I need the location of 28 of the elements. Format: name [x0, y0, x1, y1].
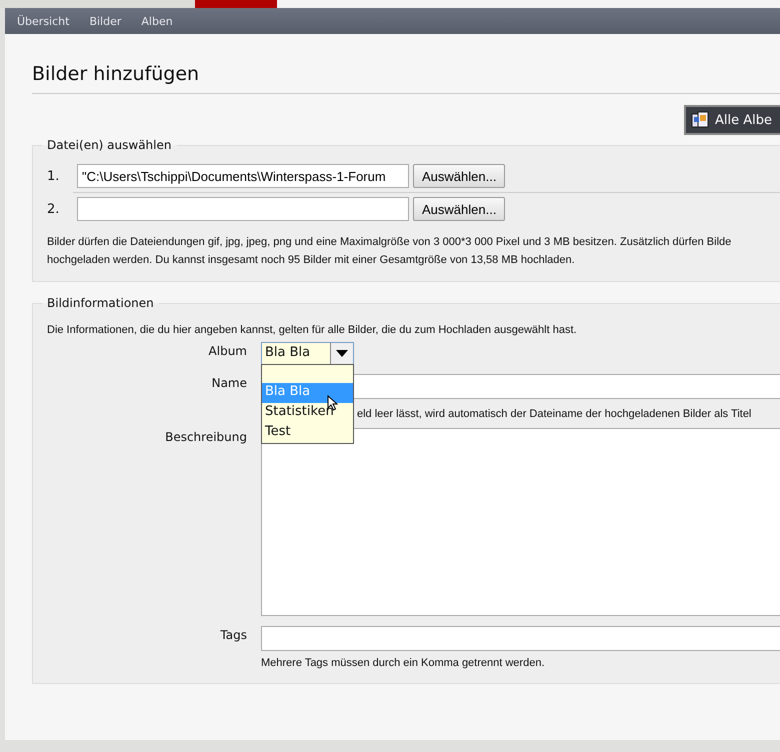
upload-info-text: hochgeladen werden. Du kannst insgesamt noch 95 Bilder mit einer Gesamtgröße von 13,58 MB hochladen. [47, 253, 576, 268]
page-title: Bilder hinzufügen [32, 34, 780, 94]
section-description: Die Informationen, die du hier angeben kannst, gelten für alle Bilder, die du zum Hochladen ausgewählt hast. [47, 324, 578, 336]
photo-stack-icon [690, 110, 711, 130]
nav-link[interactable]: Alben [141, 14, 173, 28]
row-number: 2. [47, 202, 60, 216]
browse-button[interactable]: Auswählen... [413, 197, 506, 221]
nav-link[interactable]: Übersicht [17, 14, 70, 28]
dropdown-option[interactable]: Test [262, 423, 353, 443]
nav-link[interactable]: Bilder [89, 14, 122, 28]
browse-button[interactable]: Auswählen... [413, 164, 506, 188]
file-path-field[interactable]: "C:\Users\Tschippi\Documents\Winterspass-1-Forum [77, 164, 409, 188]
album-dropdown[interactable]: Bla Bla [261, 342, 354, 365]
file-path-field[interactable] [77, 197, 409, 221]
field-label: Name [210, 375, 248, 390]
field-label: Tags [219, 627, 248, 642]
all-albums-button[interactable]: Alle Albe [684, 105, 780, 135]
row-number: 1. [47, 168, 60, 184]
field-label: Beschreibung [164, 429, 248, 444]
dropdown-option[interactable]: Statistiken [262, 403, 353, 423]
section-legend: Bildinformationen [42, 296, 159, 310]
upload-info-text: Bilder dürfen die Dateiendungen gif, jpg, jpeg, png und eine Maximalgröße von 3 000*3 000 Pixel und 3 MB besitzen. Zusätzlich dürfen Bilde [47, 235, 732, 250]
caret-icon [336, 350, 348, 357]
field-hint: Mehrere Tags müssen durch ein Komma getrennt werden. [261, 657, 544, 669]
section-legend: Datei(en) auswählen [42, 138, 176, 152]
tags-field[interactable] [261, 626, 780, 651]
field-hint: eld leer lässt, wird automatisch der Dateiname der hochgeladenen Bilder als Titel [357, 408, 752, 420]
field-label: Album [208, 343, 248, 358]
